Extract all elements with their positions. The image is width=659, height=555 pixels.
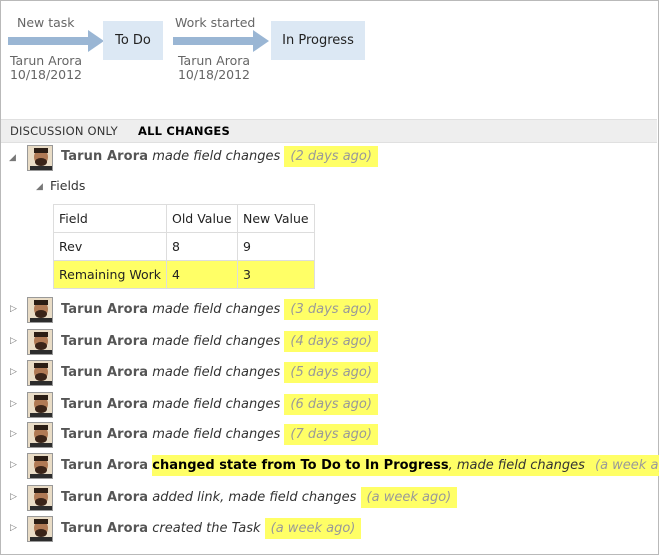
cell-field: Rev: [53, 232, 167, 261]
avatar: [27, 329, 53, 355]
entry-time: (a week ago): [264, 518, 362, 539]
avatar: [27, 422, 53, 448]
triangle-down-icon[interactable]: ◢: [9, 153, 16, 163]
user-photo-icon: [28, 517, 52, 541]
history-entry[interactable]: Tarun Arora made field changes (4 days a…: [61, 331, 378, 352]
entry-time: (7 days ago): [284, 424, 378, 445]
table-header-row: Field Old Value New Value: [53, 204, 315, 233]
table-row: Remaining Work 4 3: [53, 260, 315, 289]
history-entry[interactable]: Tarun Arora made field changes (7 days a…: [61, 424, 378, 445]
transition-meta: Tarun Arora 10/18/2012: [172, 54, 256, 82]
entry-author[interactable]: Tarun Arora: [61, 458, 148, 473]
user-photo-icon: [28, 298, 52, 322]
column-header-new-value: New Value: [237, 204, 315, 233]
history-entry[interactable]: Tarun Arora made field changes (3 days a…: [61, 299, 378, 320]
entry-author[interactable]: Tarun Arora: [61, 490, 148, 505]
entry-author[interactable]: Tarun Arora: [61, 521, 148, 536]
avatar: [27, 360, 53, 386]
transition-date: 10/18/2012: [9, 67, 83, 82]
entry-author[interactable]: Tarun Arora: [61, 427, 148, 442]
entry-time: (a week ago): [589, 455, 659, 476]
cell-field: Remaining Work: [53, 260, 167, 289]
entry-action: made field changes: [152, 427, 281, 442]
table-row: Rev 8 9: [53, 232, 315, 261]
fields-section-label: Fields: [50, 178, 86, 193]
triangle-right-icon[interactable]: ▷: [10, 429, 17, 439]
history-entry[interactable]: Tarun Arora made field changes (5 days a…: [61, 362, 378, 383]
entry-action: created the Task: [152, 521, 261, 536]
avatar: [27, 516, 53, 542]
tab-all-changes[interactable]: ALL CHANGES: [138, 124, 230, 138]
transition-reason: Work started: [175, 15, 256, 30]
entry-time: (6 days ago): [284, 394, 378, 415]
avatar: [27, 145, 53, 171]
entry-action: made field changes: [152, 397, 281, 412]
entry-author[interactable]: Tarun Arora: [61, 149, 148, 164]
transition-arrow-icon: [8, 30, 104, 52]
transition-meta: Tarun Arora 10/18/2012: [4, 54, 88, 82]
cell-new-value: 9: [237, 232, 315, 261]
entry-action: , made field changes: [448, 458, 585, 473]
entry-action: made field changes: [152, 149, 281, 164]
history-entry-expanded[interactable]: Tarun Arora made field changes (2 days a…: [61, 146, 378, 167]
triangle-down-icon[interactable]: ◢: [36, 182, 43, 192]
entry-author[interactable]: Tarun Arora: [61, 365, 148, 380]
entry-action: made field changes: [152, 302, 281, 317]
user-photo-icon: [28, 423, 52, 447]
transition-date: 10/18/2012: [177, 67, 251, 82]
cell-old-value: 8: [166, 232, 238, 261]
history-entry[interactable]: Tarun Arora made field changes (6 days a…: [61, 394, 378, 415]
entry-time: (3 days ago): [284, 299, 378, 320]
triangle-right-icon[interactable]: ▷: [10, 492, 17, 502]
user-photo-icon: [28, 454, 52, 478]
entry-action: made field changes: [152, 365, 281, 380]
entry-time: (4 days ago): [284, 331, 378, 352]
user-photo-icon: [28, 393, 52, 417]
entry-state-change: changed state from To Do to In Progress: [152, 458, 449, 473]
history-entry[interactable]: Tarun Arora changed state from To Do to …: [61, 455, 659, 476]
state-box-in-progress: In Progress: [271, 21, 365, 60]
history-entry[interactable]: Tarun Arora added link, made field chang…: [61, 487, 458, 508]
transition-by: Tarun Arora: [177, 53, 251, 68]
transition-arrow-icon: [173, 30, 269, 52]
tab-discussion-only[interactable]: DISCUSSION ONLY: [10, 124, 118, 138]
cell-old-value: 4: [166, 260, 238, 289]
column-header-field: Field: [53, 204, 167, 233]
avatar: [27, 485, 53, 511]
triangle-right-icon[interactable]: ▷: [10, 460, 17, 470]
entry-author[interactable]: Tarun Arora: [61, 302, 148, 317]
cell-new-value: 3: [237, 260, 315, 289]
entry-author[interactable]: Tarun Arora: [61, 397, 148, 412]
avatar: [27, 392, 53, 418]
entry-time: (5 days ago): [284, 362, 378, 383]
field-changes-table: Field Old Value New Value Rev 8 9 Remain…: [53, 204, 315, 289]
history-tab-bar: DISCUSSION ONLY ALL CHANGES: [1, 119, 657, 143]
transition-reason: New task: [17, 15, 75, 30]
triangle-right-icon[interactable]: ▷: [10, 304, 17, 314]
column-header-old-value: Old Value: [166, 204, 238, 233]
triangle-right-icon[interactable]: ▷: [10, 523, 17, 533]
avatar: [27, 453, 53, 479]
avatar: [27, 297, 53, 323]
state-box-to-do: To Do: [103, 21, 163, 60]
user-photo-icon: [28, 486, 52, 510]
triangle-right-icon[interactable]: ▷: [10, 367, 17, 377]
user-photo-icon: [28, 330, 52, 354]
triangle-right-icon[interactable]: ▷: [10, 399, 17, 409]
entry-time: (2 days ago): [284, 146, 378, 167]
triangle-right-icon[interactable]: ▷: [10, 336, 17, 346]
state-change-highlight: changed state from To Do to In Progress,…: [152, 455, 659, 476]
user-photo-icon: [28, 361, 52, 385]
entry-time: (a week ago): [360, 487, 458, 508]
entry-action: added link, made field changes: [152, 490, 357, 505]
entry-author[interactable]: Tarun Arora: [61, 334, 148, 349]
history-entry[interactable]: Tarun Arora created the Task (a week ago…: [61, 518, 362, 539]
transition-by: Tarun Arora: [9, 53, 83, 68]
user-photo-icon: [28, 146, 52, 170]
entry-action: made field changes: [152, 334, 281, 349]
